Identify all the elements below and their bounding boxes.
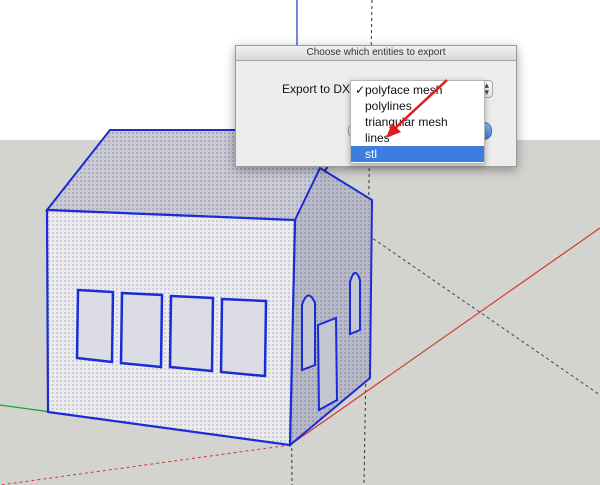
menu-item-polylines[interactable]: polylines [351,98,484,114]
export-to-dxf-label: Export to DXF [282,82,358,96]
window-1[interactable] [75,288,115,364]
side-door[interactable] [316,316,339,412]
menu-item-stl[interactable]: stl [351,146,484,162]
menu-item-label: triangular mesh [365,115,448,129]
menu-item-label: lines [365,131,390,145]
window-2[interactable] [119,291,164,369]
menu-item-label: polyface mesh [365,83,443,97]
checkmark-icon: ✓ [355,83,366,97]
side-arched-window-left[interactable] [301,294,316,372]
menu-item-label: stl [365,147,377,161]
menu-item-polyface-mesh[interactable]: ✓polyface mesh [351,82,484,98]
side-arched-window-right[interactable] [349,272,361,336]
red-axis-dashed [0,444,291,485]
select-arrows-icon: ▴ ▾ [484,80,489,97]
dialog-title: Choose which entities to export [236,46,516,61]
menu-item-label: polylines [365,99,412,113]
window-3[interactable] [168,294,215,373]
menu-item-triangular-mesh[interactable]: triangular mesh [351,114,484,130]
menu-item-lines[interactable]: lines [351,130,484,146]
window-4[interactable] [219,297,268,378]
export-type-dropdown-menu[interactable]: ✓polyface mesh polylines triangular mesh… [350,80,485,164]
